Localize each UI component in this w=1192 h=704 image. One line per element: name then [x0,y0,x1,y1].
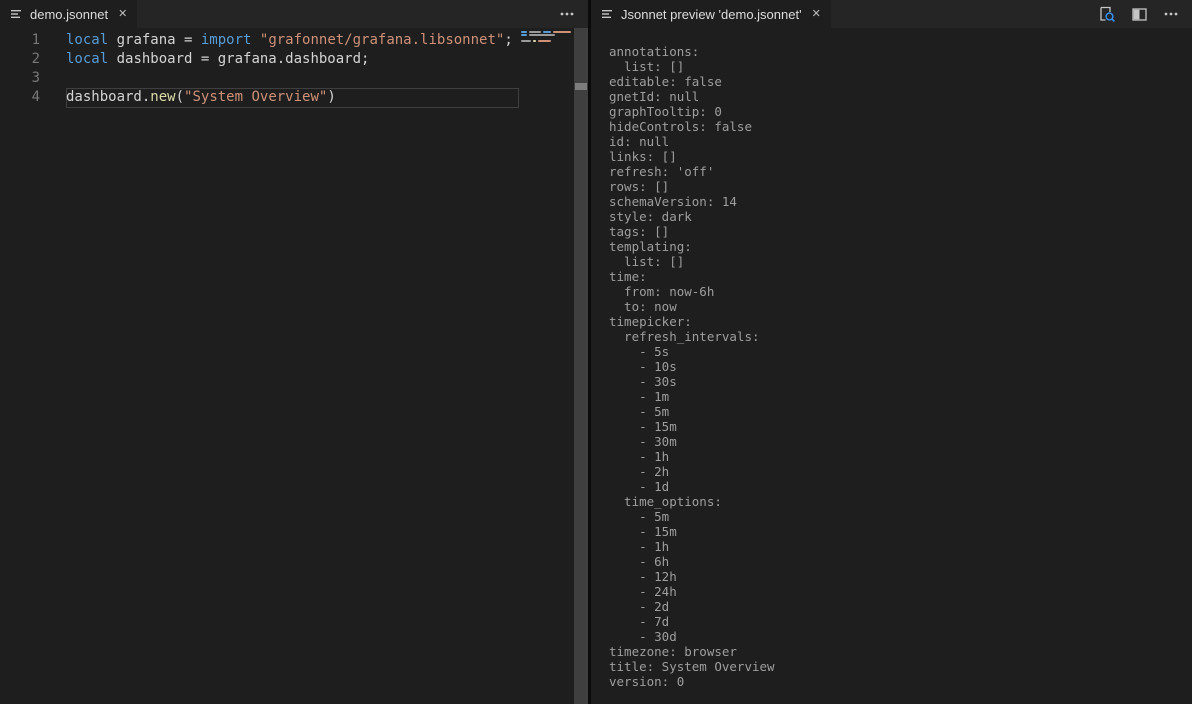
tab-label: Jsonnet preview 'demo.jsonnet' [621,6,802,22]
tab-jsonnet-preview[interactable]: Jsonnet preview 'demo.jsonnet' ✕ [591,0,831,28]
file-icon [599,6,615,22]
line-number: 4 [31,89,40,105]
editor-scrollbar[interactable] [574,28,588,704]
tab-label: demo.jsonnet [30,6,109,22]
line-number: 2 [31,51,40,67]
preview-content: annotations: list: [] editable: false gn… [609,44,775,689]
scrollbar-handle[interactable] [575,83,587,90]
close-tab-icon[interactable]: ✕ [116,7,129,22]
minimap[interactable] [520,28,574,704]
left-tabbar: demo.jsonnet ✕ [0,0,588,28]
line-number: 1 [31,32,40,48]
right-tabbar-actions [1096,0,1192,28]
editor-pane: demo.jsonnet ✕ 1 local grafana = import "… [0,0,588,704]
code-lines: 1 local grafana = import "grafonnet/grafa… [0,31,520,107]
close-tab-icon[interactable]: ✕ [810,7,823,22]
preview-editor[interactable]: annotations: list: [] editable: false gn… [591,28,1192,704]
code-line: 2 local dashboard = grafana.dashboard; [0,50,520,69]
file-icon [8,6,24,22]
more-actions-icon[interactable] [556,3,578,25]
right-tabbar: Jsonnet preview 'demo.jsonnet' ✕ [591,0,1192,28]
code-editor[interactable]: 1 local grafana = import "grafonnet/grafa… [0,28,588,704]
preview-pane: Jsonnet preview 'demo.jsonnet' ✕ annotat… [591,0,1192,704]
open-preview-icon[interactable] [1096,3,1118,25]
tab-demo-jsonnet[interactable]: demo.jsonnet ✕ [0,0,138,28]
code-line: 3 [0,69,520,88]
code-line: 4 dashboard.new("System Overview") [0,88,520,107]
more-actions-icon[interactable] [1160,3,1182,25]
line-number: 3 [31,70,40,86]
left-tabbar-actions [556,0,588,28]
split-editor-icon[interactable] [1128,3,1150,25]
vscode-window: demo.jsonnet ✕ 1 local grafana = import "… [0,0,1192,704]
code-line: 1 local grafana = import "grafonnet/grafa… [0,31,520,50]
